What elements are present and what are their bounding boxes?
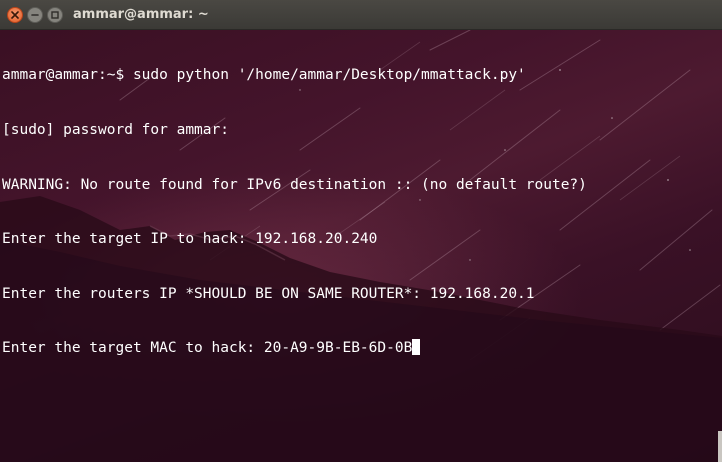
sudo-password-prompt: [sudo] password for ammar: <box>2 122 229 138</box>
text-cursor <box>412 339 421 356</box>
window-title: ammar@ammar: ~ <box>73 7 209 22</box>
title-bar[interactable]: ammar@ammar: ~ <box>0 0 722 30</box>
minimize-icon <box>31 11 39 19</box>
terminal-window: ammar@ammar: ~ ammar@ammar:~$ sudo pytho… <box>0 0 722 462</box>
maximize-button[interactable] <box>47 7 63 23</box>
target-mac-prompt: Enter the target MAC to hack: 20-A9-9B-E… <box>2 340 413 357</box>
maximize-icon <box>51 11 59 19</box>
scrollbar-thumb[interactable] <box>718 431 722 462</box>
command-line: ammar@ammar:~$ sudo python '/home/ammar/… <box>2 67 526 84</box>
target-ip-line: Enter the target IP to hack: 192.168.20.… <box>2 231 378 248</box>
router-ip-line: Enter the routers IP *SHOULD BE ON SAME … <box>2 285 535 302</box>
target-mac-line[interactable]: Enter the target MAC to hack: 20-A9-9B-E… <box>2 339 587 357</box>
close-icon <box>11 11 19 19</box>
ipv6-warning-line: WARNING: No route found for IPv6 destina… <box>2 176 587 193</box>
terminal-area[interactable]: ammar@ammar:~$ sudo python '/home/ammar/… <box>0 30 722 462</box>
minimize-button[interactable] <box>27 7 43 23</box>
terminal-output: ammar@ammar:~$ sudo python '/home/ammar/… <box>2 30 587 394</box>
close-button[interactable] <box>7 7 23 23</box>
